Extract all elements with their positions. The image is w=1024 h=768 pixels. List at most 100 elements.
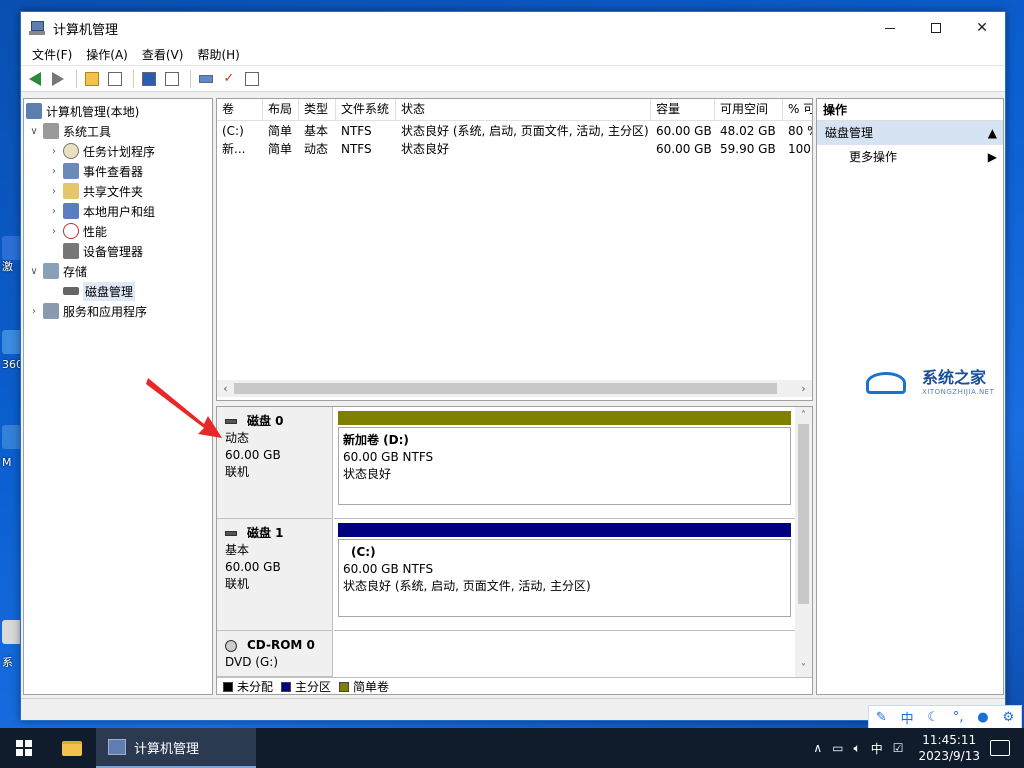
properties-button[interactable] bbox=[242, 69, 262, 89]
menu-view[interactable]: 查看(V) bbox=[135, 46, 191, 63]
notification-icon[interactable] bbox=[990, 740, 1010, 756]
shared-folder-icon bbox=[63, 183, 79, 199]
submenu-arrow-icon: ▶ bbox=[987, 150, 997, 164]
expand-chevron-icon[interactable]: › bbox=[48, 206, 60, 217]
toolbar-separator bbox=[133, 69, 134, 88]
expand-chevron-icon[interactable]: › bbox=[48, 146, 60, 157]
scroll-right-icon[interactable]: › bbox=[795, 380, 812, 397]
up-folder-button[interactable] bbox=[82, 69, 102, 89]
partition-box[interactable]: (C:) 60.00 GB NTFS 状态良好 (系统, 启动, 页面文件, 活… bbox=[338, 539, 791, 617]
check-button[interactable]: ✓ bbox=[219, 69, 239, 89]
system-tray: ∧ ▭ 🔈︎ 中 ☑ 11:45:11 2023/9/13 bbox=[808, 728, 1024, 768]
user-icon[interactable]: ● bbox=[977, 710, 988, 725]
menu-help[interactable]: 帮助(H) bbox=[190, 46, 246, 63]
column-header[interactable]: 容量 bbox=[651, 99, 715, 120]
disk-1-info[interactable]: 磁盘 1 基本 60.00 GB 联机 bbox=[217, 519, 333, 631]
horizontal-scrollbar[interactable]: ‹ › bbox=[217, 380, 812, 397]
disk-0-info[interactable]: 磁盘 0 动态 60.00 GB 联机 bbox=[217, 407, 333, 519]
tree-item-performance[interactable]: › 性能 bbox=[48, 221, 107, 241]
ime-indicator[interactable]: 中 bbox=[871, 740, 883, 757]
checkbox-icon[interactable]: ☑ bbox=[893, 741, 904, 755]
tree-item-system-tools[interactable]: ∨ 系统工具 bbox=[28, 121, 111, 141]
menu-file[interactable]: 文件(F) bbox=[25, 46, 79, 63]
punctuation-icon[interactable]: °, bbox=[953, 710, 964, 725]
minimize-button[interactable] bbox=[867, 12, 913, 44]
tree-item-services-apps[interactable]: › 服务和应用程序 bbox=[28, 301, 147, 321]
more-actions-item[interactable]: 更多操作 ▶ bbox=[817, 145, 1003, 169]
disk-0-partition[interactable]: 新加卷 (D:) 60.00 GB NTFS 状态良好 bbox=[334, 407, 795, 519]
table-cell: 48.02 GB bbox=[720, 124, 776, 138]
disk-management-pane: 卷 布局 类型 文件系统 状态 容量 可用空间 % 可 (C:) 简单 基本 N… bbox=[216, 98, 813, 695]
partition-status: 状态良好 bbox=[343, 467, 392, 481]
collapse-chevron-icon[interactable]: ∨ bbox=[28, 266, 40, 277]
title-bar[interactable]: 计算机管理 ✕ bbox=[21, 12, 1005, 44]
folder-up-icon bbox=[85, 71, 99, 86]
column-header[interactable]: 卷 bbox=[217, 99, 263, 120]
column-header[interactable]: % 可 bbox=[783, 99, 812, 120]
tree-item-root[interactable]: 计算机管理(本地) bbox=[26, 101, 139, 121]
table-row[interactable]: 新... 简单 动态 NTFS 状态良好 60.00 GB 59.90 GB 1… bbox=[217, 140, 812, 158]
close-button[interactable]: ✕ bbox=[959, 12, 1005, 44]
show-hidden-icons-chevron-icon[interactable]: ∧ bbox=[813, 741, 822, 755]
tree-item-task-scheduler[interactable]: › 任务计划程序 bbox=[48, 141, 155, 161]
disk-1-partition[interactable]: (C:) 60.00 GB NTFS 状态良好 (系统, 启动, 页面文件, 活… bbox=[334, 519, 795, 631]
cdrom-0-info[interactable]: CD-ROM 0 DVD (G:) bbox=[217, 631, 333, 677]
expand-chevron-icon[interactable]: › bbox=[48, 226, 60, 237]
tree-item-local-users[interactable]: › 本地用户和组 bbox=[48, 201, 155, 221]
menu-action[interactable]: 操作(A) bbox=[79, 46, 135, 63]
column-header[interactable]: 布局 bbox=[263, 99, 299, 120]
tree-item-storage[interactable]: ∨ 存储 bbox=[28, 261, 87, 281]
table-cell: 状态良好 bbox=[401, 142, 450, 156]
column-header[interactable]: 可用空间 bbox=[715, 99, 783, 120]
column-header[interactable]: 类型 bbox=[299, 99, 336, 120]
forward-button[interactable] bbox=[48, 69, 68, 89]
show-hide-action-pane-button[interactable] bbox=[162, 69, 182, 89]
legend: 未分配 主分区 简单卷 bbox=[217, 677, 812, 694]
scrollbar-thumb[interactable] bbox=[798, 424, 809, 604]
disk-state: 联机 bbox=[225, 577, 250, 591]
tree-item-disk-management[interactable]: 磁盘管理 bbox=[63, 281, 136, 301]
ime-mode[interactable]: 中 bbox=[901, 708, 914, 727]
clock[interactable]: 11:45:11 2023/9/13 bbox=[918, 732, 980, 764]
disk-1-block: 磁盘 1 基本 60.00 GB 联机 (C:) 60.00 GB NTFS 状… bbox=[217, 519, 795, 631]
taskbar-app-computer-management[interactable]: 计算机管理 bbox=[96, 728, 256, 768]
settings-gear-icon[interactable]: ⚙ bbox=[1002, 710, 1014, 725]
help-button[interactable] bbox=[139, 69, 159, 89]
column-header[interactable]: 文件系统 bbox=[336, 99, 396, 120]
console-tree-icon bbox=[108, 71, 122, 86]
expand-chevron-icon[interactable]: › bbox=[48, 186, 60, 197]
start-button[interactable] bbox=[0, 728, 48, 768]
back-button[interactable] bbox=[25, 69, 45, 89]
expand-chevron-icon[interactable]: › bbox=[48, 166, 60, 177]
vertical-scrollbar[interactable]: ˄ ˅ bbox=[795, 407, 812, 694]
computer-management-icon bbox=[108, 739, 126, 755]
partition-name: 新加卷 (D:) bbox=[343, 433, 409, 447]
collapse-chevron-icon[interactable]: ∨ bbox=[28, 126, 40, 137]
show-hide-tree-button[interactable] bbox=[105, 69, 125, 89]
scroll-up-icon[interactable]: ˄ bbox=[795, 407, 812, 424]
legend-item-unallocated: 未分配 bbox=[223, 678, 273, 694]
connect-button[interactable] bbox=[196, 69, 216, 89]
actions-section-disk-management[interactable]: 磁盘管理 ▲ bbox=[817, 121, 1003, 145]
partition-box[interactable]: 新加卷 (D:) 60.00 GB NTFS 状态良好 bbox=[338, 427, 791, 505]
table-row[interactable]: (C:) 简单 基本 NTFS 状态良好 (系统, 启动, 页面文件, 活动, … bbox=[217, 122, 812, 140]
expand-chevron-icon[interactable]: › bbox=[28, 306, 40, 317]
ime-pen-icon[interactable]: ✎ bbox=[876, 710, 887, 725]
tree-item-event-viewer[interactable]: › 事件查看器 bbox=[48, 161, 143, 181]
column-header[interactable]: 状态 bbox=[396, 99, 651, 120]
computer-management-window: 计算机管理 ✕ 文件(F) 操作(A) 查看(V) 帮助(H) ✓ 计算机管理(… bbox=[20, 11, 1006, 721]
scroll-down-icon[interactable]: ˅ bbox=[795, 660, 812, 677]
tree-item-shared-folders[interactable]: › 共享文件夹 bbox=[48, 181, 143, 201]
collapse-triangle-icon[interactable]: ▲ bbox=[988, 121, 997, 145]
scrollbar-thumb[interactable] bbox=[234, 383, 777, 394]
tree-item-device-manager[interactable]: 设备管理器 bbox=[63, 241, 143, 261]
moon-icon[interactable]: ☾ bbox=[927, 710, 939, 725]
disk-icon bbox=[225, 531, 237, 536]
network-icon[interactable]: ▭ bbox=[832, 741, 843, 755]
volume-list-header: 卷 布局 类型 文件系统 状态 容量 可用空间 % 可 bbox=[217, 99, 812, 121]
cdrom-area bbox=[334, 631, 795, 677]
simple-volume-bar bbox=[338, 411, 791, 425]
file-explorer-button[interactable] bbox=[48, 728, 96, 768]
maximize-button[interactable] bbox=[913, 12, 959, 44]
volume-icon[interactable]: 🔈︎ bbox=[853, 741, 860, 756]
